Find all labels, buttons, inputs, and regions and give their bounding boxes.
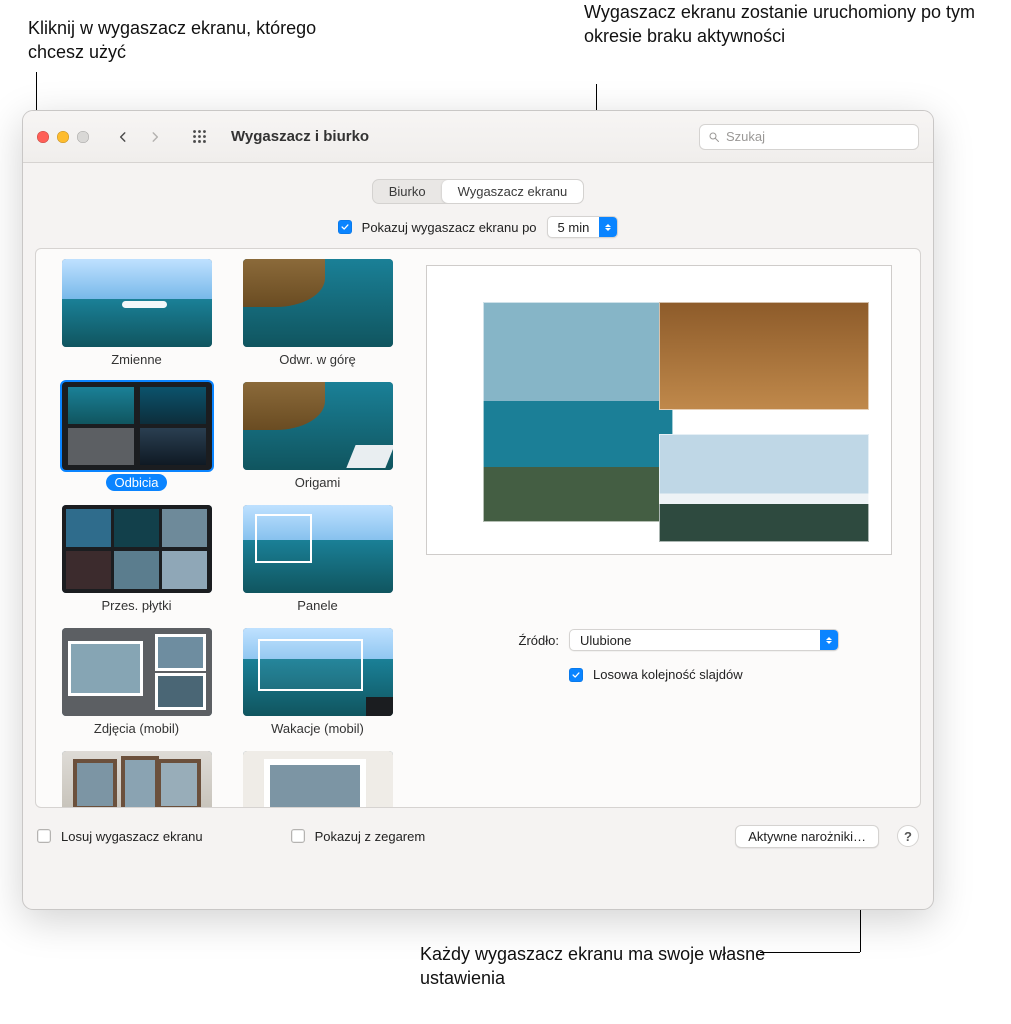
checkbox-empty-icon: [37, 829, 51, 843]
screensaver-thumbnail: [62, 751, 212, 807]
screensaver-item[interactable]: Wystawa zdjęć: [56, 751, 217, 807]
tab-bar: Biurko Wygaszacz ekranu: [23, 163, 933, 212]
screensaver-item[interactable]: Przes. płytki: [56, 505, 217, 614]
chevron-updown-icon: [820, 630, 838, 650]
random-screensaver-checkbox[interactable]: Losuj wygaszacz ekranu: [37, 829, 203, 844]
preferences-window: Wygaszacz i biurko Szukaj Biurko Wygasza…: [22, 110, 934, 910]
back-button[interactable]: [109, 125, 137, 149]
preview-image: [426, 265, 892, 555]
search-placeholder: Szukaj: [726, 129, 765, 144]
screensaver-thumbnail: [243, 751, 393, 807]
callout-line: [760, 952, 860, 953]
screensaver-label: Zmienne: [103, 351, 170, 368]
screensaver-item[interactable]: Zmienne: [56, 259, 217, 368]
screensaver-label: Odbicia: [106, 474, 166, 491]
screensaver-label: Zdjęcia (mobil): [86, 720, 187, 737]
screensaver-label: Origami: [287, 474, 349, 491]
screensaver-item[interactable]: Zdjęcia (mobil): [56, 628, 217, 737]
screensaver-label: Panele: [289, 597, 345, 614]
checkmark-icon: [338, 220, 352, 234]
screensaver-label: Odwr. w górę: [271, 351, 364, 368]
screensaver-item[interactable]: Odbicia: [56, 382, 217, 491]
show-clock-label: Pokazuj z zegarem: [315, 829, 426, 844]
checkmark-icon: [569, 668, 583, 682]
source-value: Ulubione: [580, 633, 641, 648]
source-label: Źródło:: [474, 633, 559, 648]
screensaver-thumbnail: [62, 259, 212, 347]
traffic-lights: [37, 131, 89, 143]
chevron-updown-icon: [599, 217, 617, 237]
screensaver-item[interactable]: Panele: [237, 505, 398, 614]
tab-screensaver[interactable]: Wygaszacz ekranu: [442, 180, 584, 203]
checkbox-empty-icon: [291, 829, 305, 843]
zoom-window-button[interactable]: [77, 131, 89, 143]
screensaver-label: Przes. płytki: [93, 597, 179, 614]
screensaver-thumbnail: [243, 505, 393, 593]
screensaver-item[interactable]: Odwr. w górę: [237, 259, 398, 368]
source-popup[interactable]: Ulubione: [569, 629, 839, 651]
hot-corners-button[interactable]: Aktywne narożniki…: [735, 825, 879, 848]
screensaver-label: Wakacje (mobil): [263, 720, 372, 737]
screensaver-thumbnail: [243, 259, 393, 347]
show-after-value: 5 min: [558, 220, 600, 235]
help-button[interactable]: ?: [897, 825, 919, 847]
shuffle-checkbox[interactable]: Losowa kolejność slajdów: [569, 667, 743, 682]
forward-button[interactable]: [141, 125, 169, 149]
callout-top-right: Wygaszacz ekranu zostanie uruchomiony po…: [584, 0, 984, 49]
show-clock-checkbox[interactable]: Pokazuj z zegarem: [291, 829, 426, 844]
screensaver-thumbnail: [62, 505, 212, 593]
callout-top-left: Kliknij w wygaszacz ekranu, którego chce…: [28, 16, 348, 65]
screensaver-thumbnail: [243, 628, 393, 716]
screensaver-thumbnail: [243, 382, 393, 470]
window-title: Wygaszacz i biurko: [231, 128, 369, 145]
screensaver-options: Źródło: Ulubione Losowa kolejność slajdó…: [426, 629, 892, 682]
preview-pane: Źródło: Ulubione Losowa kolejność slajdó…: [408, 249, 910, 807]
screensaver-list[interactable]: Zmienne Odwr. w górę: [46, 249, 408, 807]
shuffle-label: Losowa kolejność slajdów: [593, 667, 743, 682]
minimize-window-button[interactable]: [57, 131, 69, 143]
screensaver-thumbnail: [62, 382, 212, 470]
show-all-icon[interactable]: [185, 125, 213, 149]
show-screensaver-label: Pokazuj wygaszacz ekranu po: [362, 220, 537, 235]
search-input[interactable]: Szukaj: [699, 124, 919, 150]
random-screensaver-label: Losuj wygaszacz ekranu: [61, 829, 203, 844]
bottom-bar: Losuj wygaszacz ekranu Pokazuj z zegarem…: [23, 818, 933, 854]
screensaver-item[interactable]: Wakacje (mobil): [237, 628, 398, 737]
show-after-popup[interactable]: 5 min: [547, 216, 619, 238]
tab-desktop[interactable]: Biurko: [373, 180, 442, 203]
search-icon: [708, 131, 720, 143]
show-screensaver-row: Pokazuj wygaszacz ekranu po 5 min: [23, 216, 933, 238]
screensaver-thumbnail: [62, 628, 212, 716]
callout-bottom: Każdy wygaszacz ekranu ma swoje własne u…: [420, 942, 840, 991]
show-screensaver-checkbox[interactable]: Pokazuj wygaszacz ekranu po: [338, 220, 537, 235]
window-toolbar: Wygaszacz i biurko Szukaj: [23, 111, 933, 163]
screensaver-item[interactable]: Origami: [237, 382, 398, 491]
close-window-button[interactable]: [37, 131, 49, 143]
screensaver-item[interactable]: Stare zdjęcia: [237, 751, 398, 807]
